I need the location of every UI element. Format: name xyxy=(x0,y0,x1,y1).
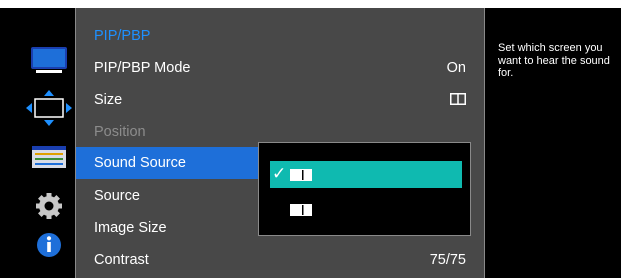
menu-item-pip-pbp-mode[interactable]: PIP/PBP Mode On xyxy=(76,52,486,84)
menu-item-label: PIP/PBP Mode xyxy=(94,60,191,76)
menu-item-label: Image Size xyxy=(94,220,167,236)
pbp-size-icon xyxy=(450,93,466,105)
sound-source-popup: ✓ xyxy=(258,142,471,236)
menu-item-label: Position xyxy=(94,124,146,140)
information-icon[interactable] xyxy=(24,230,74,262)
menu-item-label: Size xyxy=(94,92,123,108)
help-text: Set which screen you want to hear the so… xyxy=(486,8,621,278)
pip-sub-screen-icon xyxy=(290,204,312,216)
menu-item-value: On xyxy=(446,60,466,76)
menu-item-size[interactable]: Size xyxy=(76,84,486,116)
sound-source-option-main[interactable]: ✓ xyxy=(270,161,462,188)
settings-icon[interactable] xyxy=(24,190,74,222)
menu-item-sound-source[interactable]: Sound Source xyxy=(76,147,272,179)
menu-title: PIP/PBP xyxy=(94,28,151,44)
menu-item-value: 75/75 xyxy=(429,252,466,268)
picture-icon[interactable] xyxy=(24,43,74,75)
menu-item-label: Contrast xyxy=(94,252,149,268)
system-icon[interactable] xyxy=(24,144,74,176)
menu-item-label: Sound Source xyxy=(94,155,186,171)
menu-item-label: Source xyxy=(94,188,140,204)
pip-main-screen-icon xyxy=(290,169,312,181)
check-icon: ✓ xyxy=(272,164,287,184)
osd-screen: PIP/PBP PIP/PBP Mode On Size Position So… xyxy=(0,8,621,278)
osd-icon-sidebar xyxy=(24,8,74,278)
onscreen-display-icon[interactable] xyxy=(24,90,74,126)
menu-item-contrast[interactable]: Contrast 75/75 xyxy=(76,244,486,276)
sound-source-option-sub[interactable] xyxy=(270,196,462,223)
